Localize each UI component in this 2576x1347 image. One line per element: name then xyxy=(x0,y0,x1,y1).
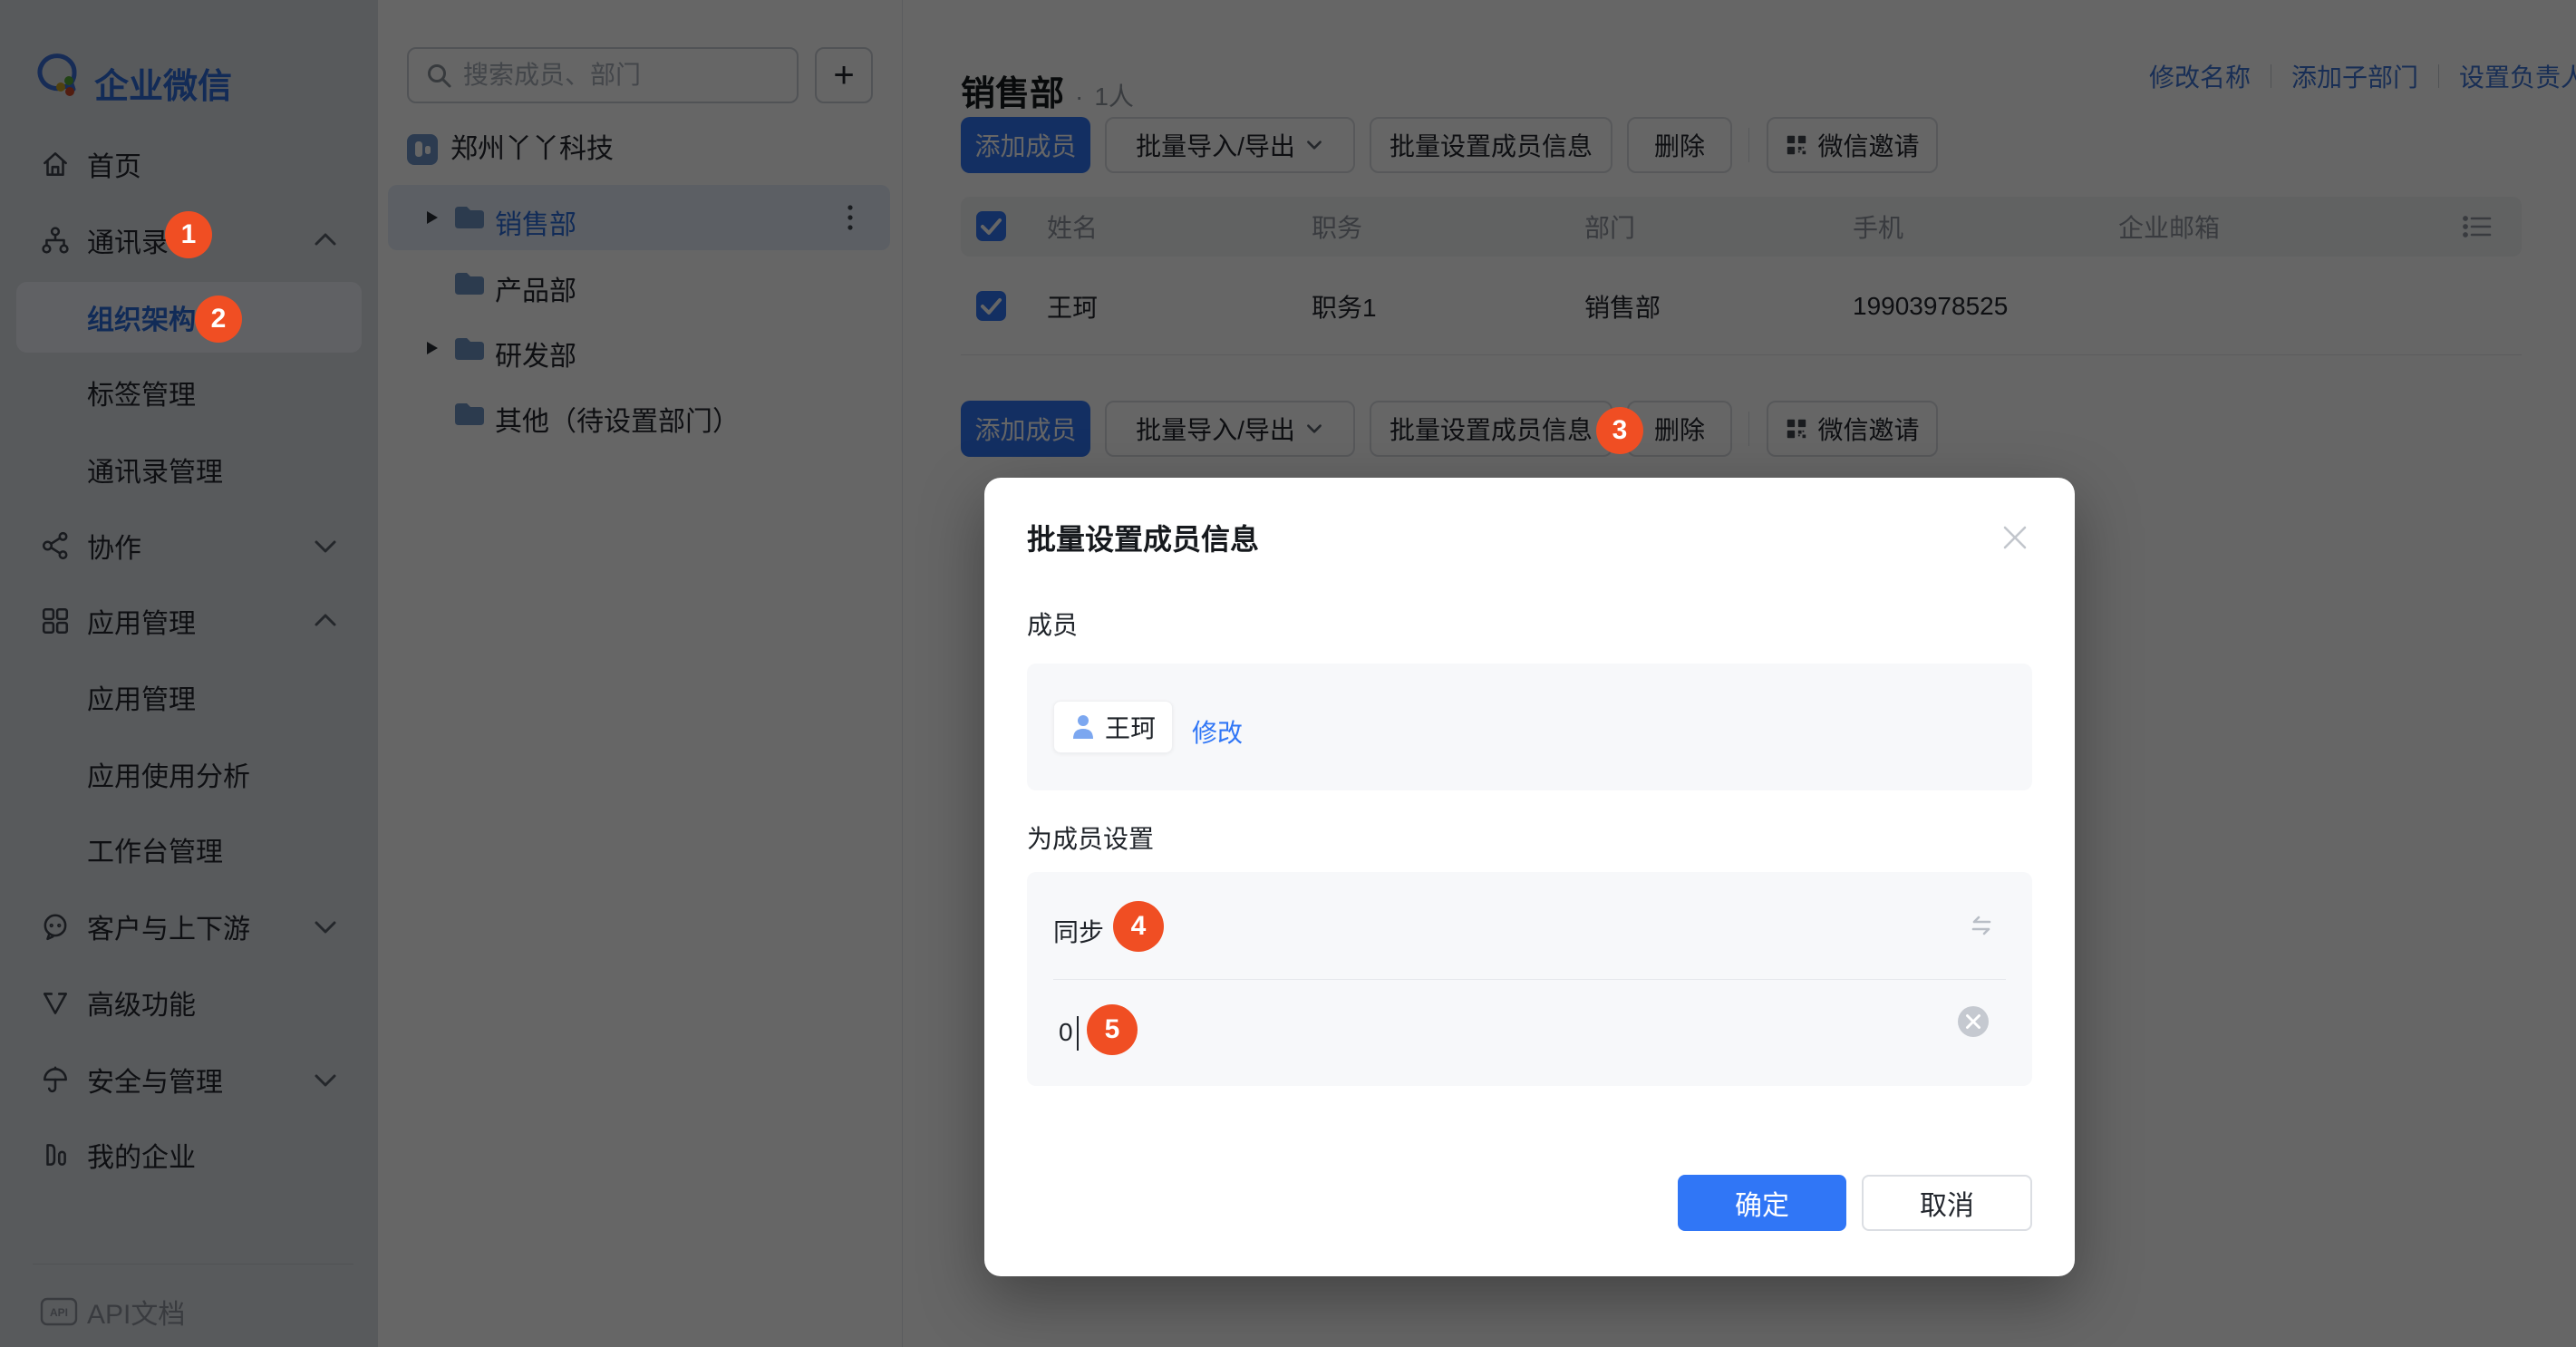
button-label: 取消 xyxy=(1920,1191,1974,1221)
annotation-badge-1: 1 xyxy=(165,211,212,258)
settings-section-label: 为成员设置 xyxy=(1027,825,1155,853)
swap-icon xyxy=(1966,910,1997,941)
sync-field-value: 同步 xyxy=(1053,918,1105,946)
custom-field-value: 0 xyxy=(1059,1018,1073,1046)
button-label: 确定 xyxy=(1735,1191,1789,1221)
cancel-button[interactable]: 取消 xyxy=(1862,1175,2032,1231)
confirm-button[interactable]: 确定 xyxy=(1678,1175,1846,1231)
modal-title: 批量设置成员信息 xyxy=(1027,523,1260,556)
member-chip-name: 王珂 xyxy=(1105,714,1157,742)
close-icon[interactable] xyxy=(2000,522,2030,553)
annotation-badge-5: 5 xyxy=(1087,1004,1138,1055)
member-section-label: 成员 xyxy=(1027,611,1079,639)
edit-members-link[interactable]: 修改 xyxy=(1192,713,1243,750)
member-chip[interactable]: 王珂 xyxy=(1053,701,1174,753)
person-icon xyxy=(1070,713,1096,741)
clear-input-icon[interactable] xyxy=(1956,1004,1990,1039)
text-cursor xyxy=(1077,1016,1079,1051)
annotation-badge-4: 4 xyxy=(1113,901,1164,952)
sync-field[interactable]: 同步 xyxy=(1027,872,2032,979)
settings-panel: 同步 0 xyxy=(1027,872,2032,1086)
custom-field-input[interactable]: 0 xyxy=(1027,980,2032,1086)
batch-set-modal: 批量设置成员信息 成员 王珂 修改 为成员设置 同步 0 确定 取消 xyxy=(984,478,2075,1276)
annotation-badge-3: 3 xyxy=(1596,407,1643,454)
wework-admin-screen: 企业微信 首页 通讯录 组织架构 标签管理 通讯录管 xyxy=(0,0,2576,1347)
annotation-badge-2: 2 xyxy=(195,296,242,343)
member-panel: 王珂 修改 xyxy=(1027,664,2032,790)
